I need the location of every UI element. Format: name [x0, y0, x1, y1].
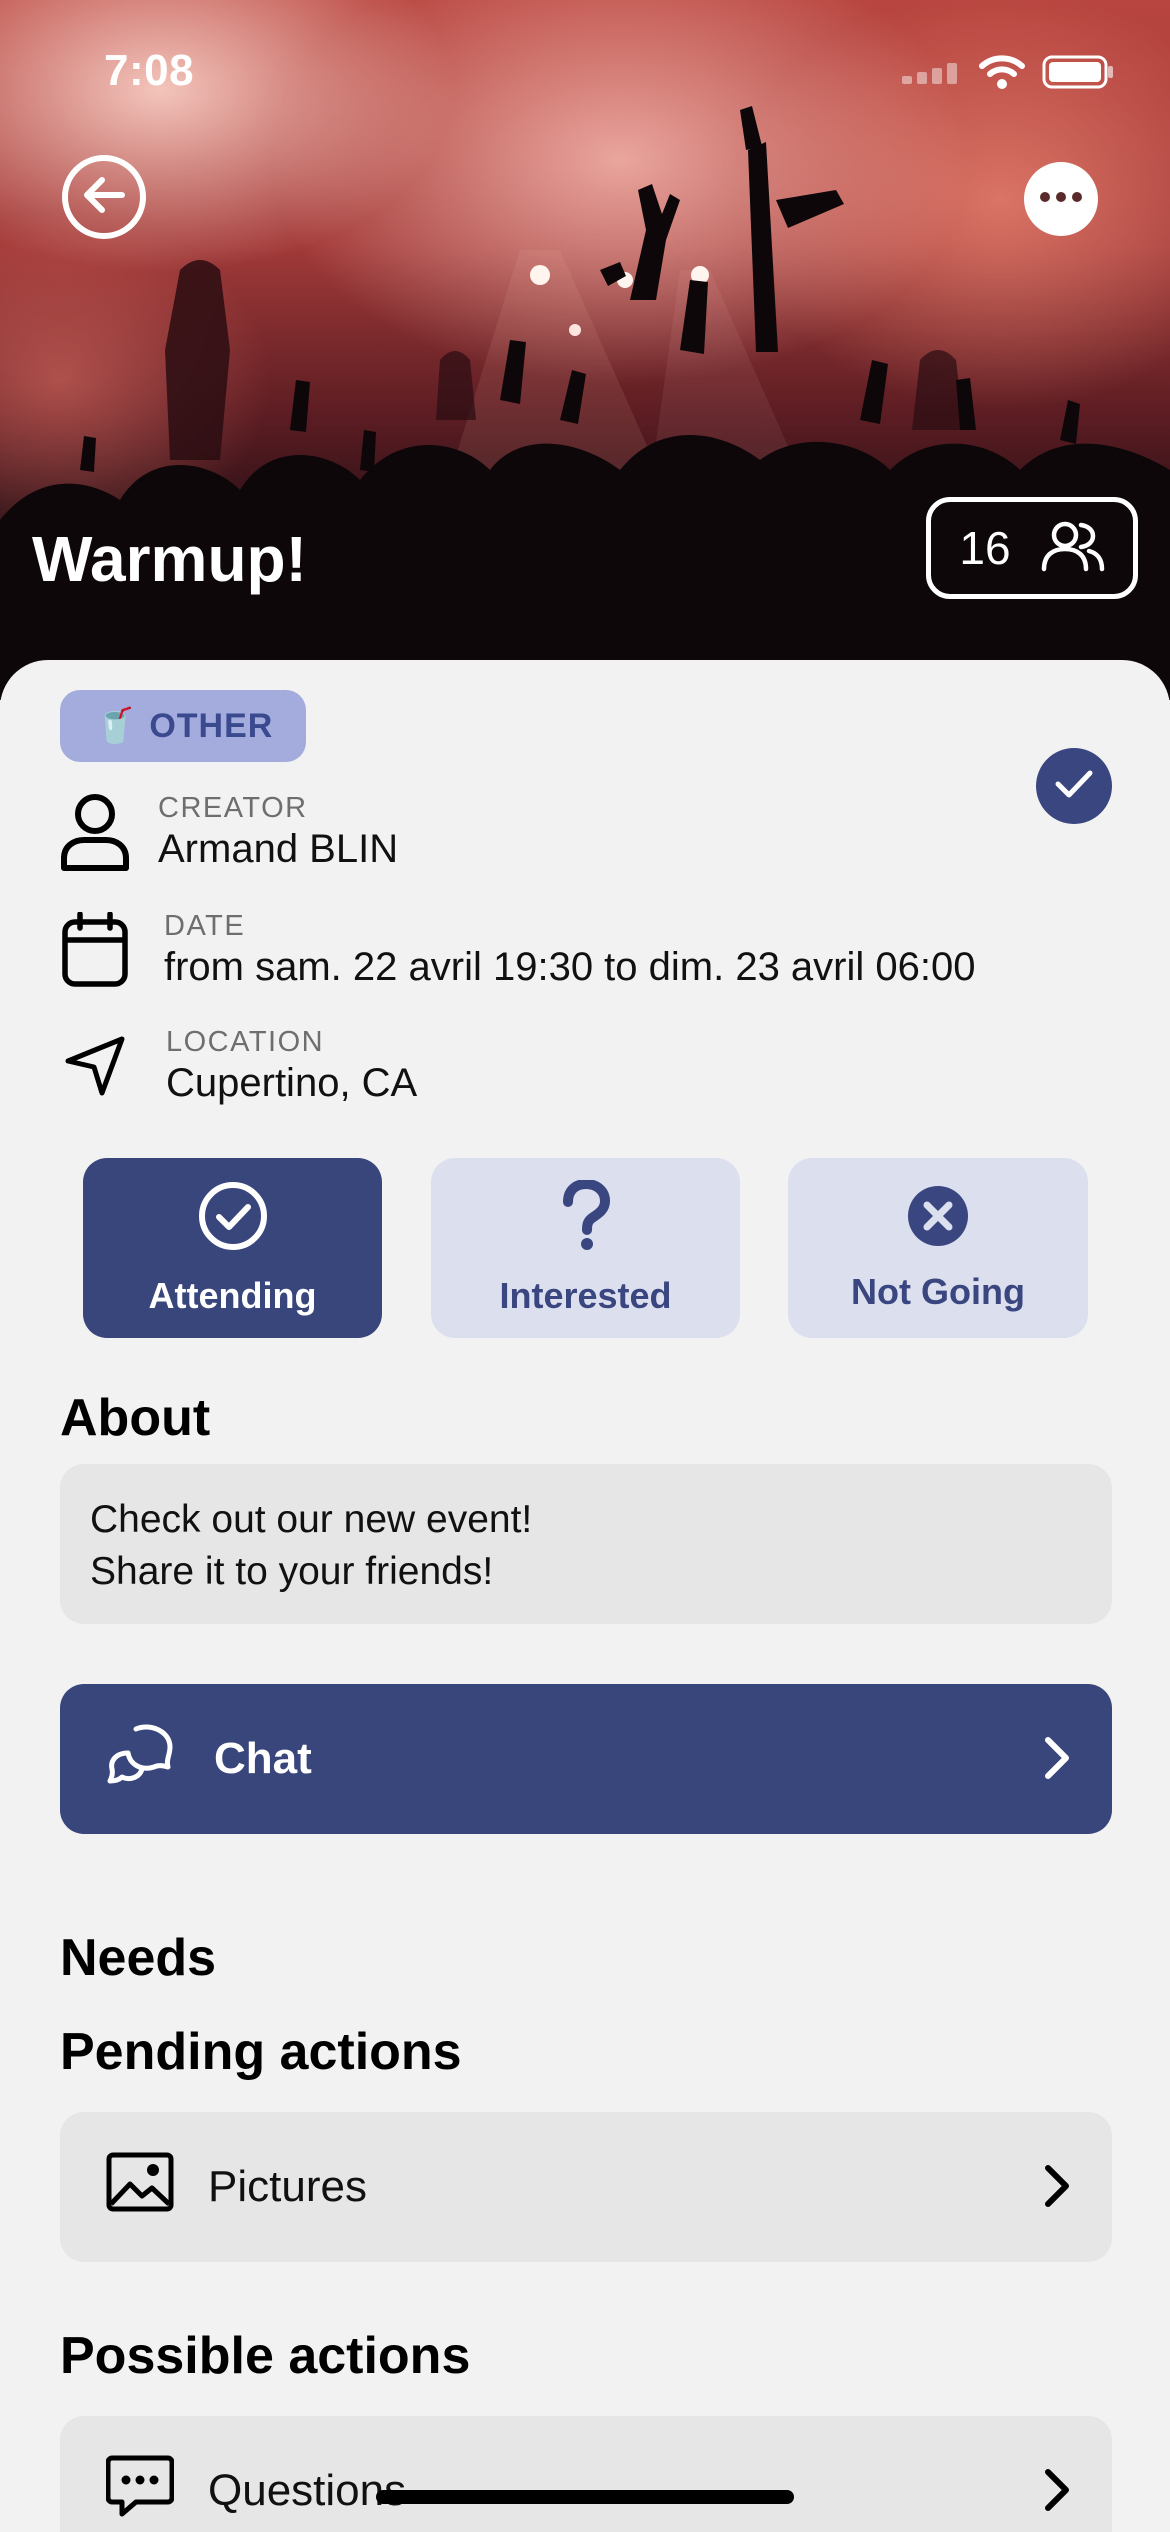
- location-value: Cupertino, CA: [166, 1061, 418, 1105]
- interested-label: Interested: [499, 1274, 672, 1316]
- creator-name: Armand BLIN: [158, 827, 399, 871]
- attending-button[interactable]: Attending: [83, 1158, 382, 1338]
- category-tag: 🥤 OTHER: [60, 690, 306, 762]
- not-going-button[interactable]: Not Going: [788, 1158, 1088, 1338]
- location-row: LOCATION Cupertino, CA: [58, 1026, 417, 1106]
- battery-icon: [1042, 55, 1114, 94]
- possible-actions-heading: Possible actions: [60, 2327, 471, 2385]
- status-time: 7:08: [104, 46, 195, 95]
- wifi-icon: [978, 54, 1026, 95]
- questions-action[interactable]: Questions: [60, 2416, 1112, 2532]
- interested-button[interactable]: Interested: [431, 1158, 740, 1338]
- ellipsis-icon: [1039, 190, 1083, 208]
- status-bar: 7:08: [0, 0, 1170, 140]
- category-label: OTHER: [149, 706, 274, 745]
- attendees-button[interactable]: 16: [926, 497, 1138, 599]
- about-line-2: Share it to your friends!: [90, 1550, 494, 1593]
- date-range: from sam. 22 avril 19:30 to dim. 23 avri…: [164, 945, 976, 989]
- chevron-right-icon: [1042, 2162, 1072, 2221]
- verified-badge: [1036, 748, 1112, 824]
- needs-heading: Needs: [60, 1929, 217, 1987]
- user-icon: [58, 792, 132, 872]
- creator-label: CREATOR: [158, 792, 308, 824]
- event-cover-photo: 7:08 Warmup! 16: [0, 0, 1170, 700]
- chat-label: Chat: [214, 1734, 312, 1783]
- date-row: DATE from sam. 22 avril 19:30 to dim. 23…: [58, 910, 975, 990]
- questions-label: Questions: [208, 2466, 407, 2515]
- date-label: DATE: [164, 910, 246, 942]
- navigation-arrow-icon: [58, 1033, 132, 1099]
- attendee-count: 16: [959, 522, 1011, 574]
- creator-row: CREATOR Armand BLIN: [58, 792, 398, 872]
- image-icon: [106, 2152, 174, 2223]
- checkmark-icon: [1055, 769, 1093, 804]
- back-button[interactable]: [62, 155, 146, 239]
- x-circle-icon: [906, 1184, 970, 1257]
- pictures-action[interactable]: Pictures: [60, 2112, 1112, 2262]
- check-circle-icon: [197, 1180, 269, 1261]
- message-dots-icon: [105, 2454, 175, 2529]
- about-description: Check out our new event! Share it to you…: [60, 1464, 1112, 1624]
- question-mark-icon: [560, 1178, 612, 1261]
- arrow-left-icon: [82, 175, 126, 220]
- chevron-right-icon: [1042, 2466, 1072, 2525]
- pending-actions-heading: Pending actions: [60, 2023, 462, 2081]
- event-title: Warmup!: [32, 523, 307, 595]
- chevron-right-icon: [1042, 1734, 1072, 1793]
- about-heading: About: [60, 1389, 211, 1447]
- attending-label: Attending: [148, 1274, 317, 1316]
- home-indicator[interactable]: [376, 2490, 794, 2504]
- location-label: LOCATION: [166, 1026, 325, 1058]
- more-options-button[interactable]: [1024, 162, 1098, 236]
- signal-icon: [902, 60, 962, 89]
- calendar-icon: [58, 912, 132, 988]
- not-going-label: Not Going: [851, 1270, 1025, 1312]
- pictures-label: Pictures: [208, 2162, 367, 2211]
- event-details-sheet: 🥤 OTHER CREATOR Armand BLIN DATE from sa…: [0, 660, 1170, 2532]
- drink-cup-icon: 🥤: [94, 707, 138, 745]
- chat-button[interactable]: Chat: [60, 1684, 1112, 1834]
- chat-bubbles-icon: [106, 1721, 176, 1798]
- about-line-1: Check out our new event!: [90, 1498, 533, 1541]
- users-icon: [1041, 519, 1105, 578]
